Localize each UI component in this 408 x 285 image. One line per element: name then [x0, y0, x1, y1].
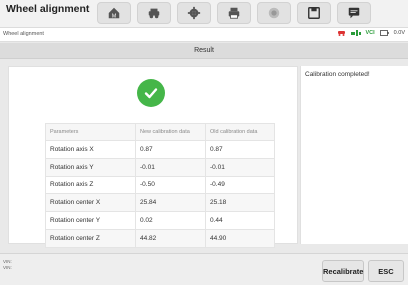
result-header: Result	[0, 43, 408, 59]
vehicle-button[interactable]	[137, 2, 171, 24]
row-parameter: Rotation axis X	[45, 140, 136, 159]
table-row: Rotation center Y 0.02 0.44	[45, 211, 275, 230]
connection-icon	[350, 30, 361, 36]
print-button[interactable]	[217, 2, 251, 24]
camera-button[interactable]	[257, 2, 291, 24]
row-new-value: 0.87	[135, 140, 206, 159]
vci-label: VCI	[365, 30, 375, 36]
header-old-data: Old calibration data	[205, 123, 275, 141]
app-title: Wheel alignment	[6, 3, 90, 15]
battery-icon	[379, 30, 389, 36]
settings-button[interactable]	[177, 2, 211, 24]
row-new-value: -0.01	[135, 157, 206, 177]
row-parameter: Rotation center Z	[45, 228, 136, 248]
row-old-value: 0.44	[205, 211, 275, 230]
row-parameter: Rotation axis Z	[45, 175, 136, 195]
table-header-row: Parameters New calibration data Old cali…	[45, 123, 275, 141]
home-button[interactable]: M	[97, 2, 131, 24]
row-old-value: 0.87	[205, 140, 275, 159]
save-icon	[308, 7, 320, 19]
result-panel: Parameters New calibration data Old cali…	[8, 66, 298, 248]
status-area: VCI 0.0V	[337, 30, 405, 36]
top-toolbar: Wheel alignment M	[0, 0, 408, 28]
voltage-value: 0.0V	[393, 30, 405, 36]
breadcrumb-bar: Wheel alignment VCI 0.0V	[0, 28, 408, 42]
gear-icon	[187, 6, 201, 20]
vin-label-2: VIN:	[3, 265, 12, 270]
svg-text:M: M	[112, 13, 116, 19]
table-row: Rotation axis X 0.87 0.87	[45, 140, 275, 159]
message-icon	[348, 7, 360, 19]
message-button[interactable]	[337, 2, 371, 24]
breadcrumb: Wheel alignment	[3, 31, 44, 37]
esc-button[interactable]: ESC	[368, 260, 404, 282]
table-row: Rotation center Z 44.82 44.90	[45, 228, 275, 248]
header-parameters: Parameters	[45, 123, 136, 141]
header-new-data: New calibration data	[135, 123, 206, 141]
car-status-icon	[337, 31, 345, 36]
row-old-value: -0.01	[205, 157, 275, 177]
calibration-table: Parameters New calibration data Old cali…	[45, 123, 275, 248]
row-parameter: Rotation center Y	[45, 211, 136, 230]
row-new-value: 25.84	[135, 193, 206, 213]
row-parameter: Rotation center X	[45, 193, 136, 213]
table-row: Rotation center X 25.84 25.18	[45, 193, 275, 213]
row-old-value: -0.49	[205, 175, 275, 195]
message-panel: Calibration completed!	[300, 66, 408, 244]
row-new-value: 0.02	[135, 211, 206, 230]
table-row: Rotation axis Y -0.01 -0.01	[45, 157, 275, 177]
row-new-value: 44.82	[135, 228, 206, 248]
home-icon: M	[108, 7, 120, 19]
row-old-value: 25.18	[205, 193, 275, 213]
result-title: Result	[194, 47, 214, 54]
save-button[interactable]	[297, 2, 331, 24]
bottom-bar: VIN: VIN: Recalibrate ESC	[0, 253, 408, 285]
table-row: Rotation axis Z -0.50 -0.49	[45, 175, 275, 195]
vehicle-icon	[148, 8, 160, 19]
status-message: Calibration completed!	[305, 71, 370, 78]
row-new-value: -0.50	[135, 175, 206, 195]
row-old-value: 44.90	[205, 228, 275, 248]
success-icon	[137, 79, 165, 107]
vin-info: VIN: VIN:	[3, 259, 12, 271]
camera-icon	[268, 7, 280, 19]
recalibrate-button[interactable]: Recalibrate	[322, 260, 364, 282]
printer-icon	[228, 7, 240, 19]
row-parameter: Rotation axis Y	[45, 157, 136, 177]
